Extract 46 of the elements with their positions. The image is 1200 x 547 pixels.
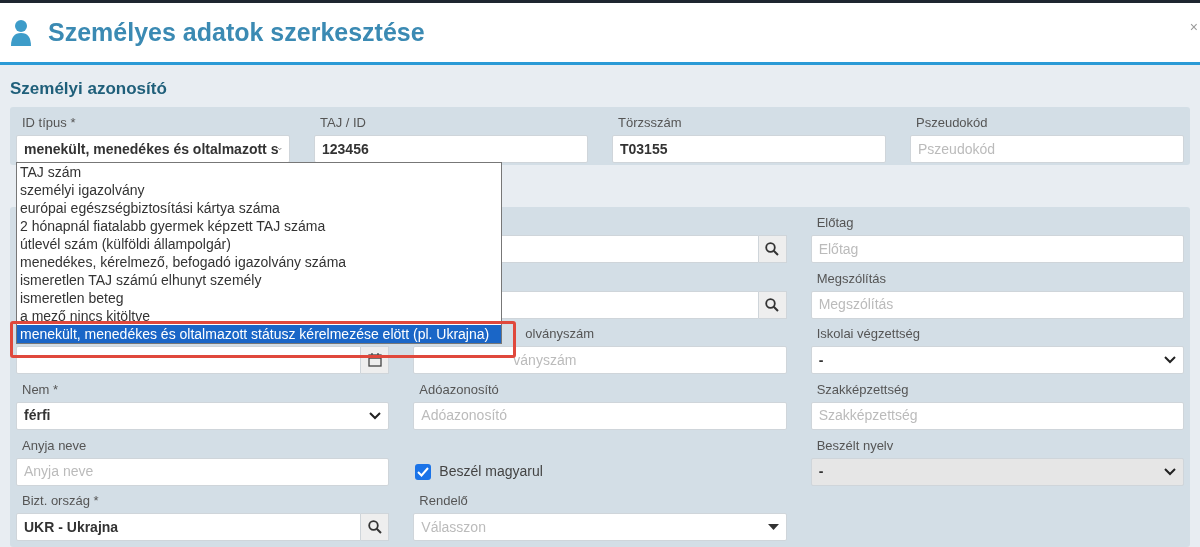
select-field[interactable]: - — [810, 346, 1184, 375]
field-label: Iskolai végzettség — [816, 326, 920, 342]
field-label: Szakképzettség — [816, 382, 909, 397]
select-field[interactable]: férfi — [16, 402, 390, 430]
calendar-button[interactable] — [361, 346, 390, 375]
dropdown-option[interactable]: ismeretlen TAJ számú elhunyt személy — [17, 271, 501, 289]
dialog-title: Személyes adatok szerkesztése — [48, 16, 425, 48]
checkbox-label: Beszél magyarul — [439, 462, 543, 482]
dropdown-option[interactable]: európai egészségbiztosítási kártya száma — [17, 199, 501, 217]
section-title: Személyi azonosító — [10, 78, 168, 100]
field-label: Adóazonosító — [419, 382, 499, 397]
field-label: Anyja neve — [22, 437, 87, 453]
search-icon — [765, 297, 780, 312]
field-label: Bizt. ország * — [22, 493, 99, 509]
field-label: Beszélt nyelv — [816, 437, 894, 453]
field-label: Pszeudokód — [916, 115, 988, 130]
dropdown-option[interactable]: a mező nincs kitöltve — [17, 307, 501, 325]
field-label: Megszólítás — [816, 270, 887, 286]
input-field[interactable]: T03155 — [612, 135, 886, 163]
field-label: ID típus * — [22, 115, 76, 130]
search-button[interactable] — [758, 235, 787, 263]
search-button[interactable] — [758, 290, 787, 319]
field-label: Rendelő — [419, 493, 468, 509]
dropdown-option[interactable]: ismeretlen beteg — [17, 289, 501, 307]
input-field[interactable]: 123456 — [314, 135, 588, 163]
calendar-icon — [367, 353, 382, 368]
checkbox[interactable] — [415, 463, 432, 480]
dropdown-option[interactable]: menedékes, kérelmező, befogadó igazolvány száma — [17, 253, 501, 271]
input-field[interactable]: UKR - Ukrajna — [16, 513, 362, 542]
search-icon — [765, 242, 780, 256]
search-button[interactable] — [361, 513, 390, 542]
field-label: Törzsszám — [618, 115, 682, 130]
dropdown-option[interactable]: útlevél szám (külföldi állampolgár) — [17, 235, 501, 253]
select-field[interactable]: menekült, menedékes és oltalmazott s — [16, 135, 290, 163]
dropdown-option[interactable]: menekült, menedékes és oltalmazott státusz kérelmezése elött (pl. Ukrajna) — [17, 325, 501, 343]
search-icon — [367, 520, 382, 535]
field-label: olványszám — [525, 326, 594, 342]
input-field[interactable] — [16, 346, 362, 375]
dropdown-option[interactable]: TAJ szám — [17, 163, 501, 181]
field-label: TAJ / ID — [320, 115, 366, 130]
field-label: Nem * — [22, 382, 59, 397]
dropdown-option[interactable]: 2 hónapnál fiatalabb gyermek képzett TAJ száma — [17, 217, 501, 235]
person-icon — [10, 18, 32, 47]
caret-down-icon — [767, 524, 779, 531]
field-label: Előtag — [816, 215, 854, 230]
dropdown-option[interactable]: személyi igazolvány — [17, 181, 501, 199]
